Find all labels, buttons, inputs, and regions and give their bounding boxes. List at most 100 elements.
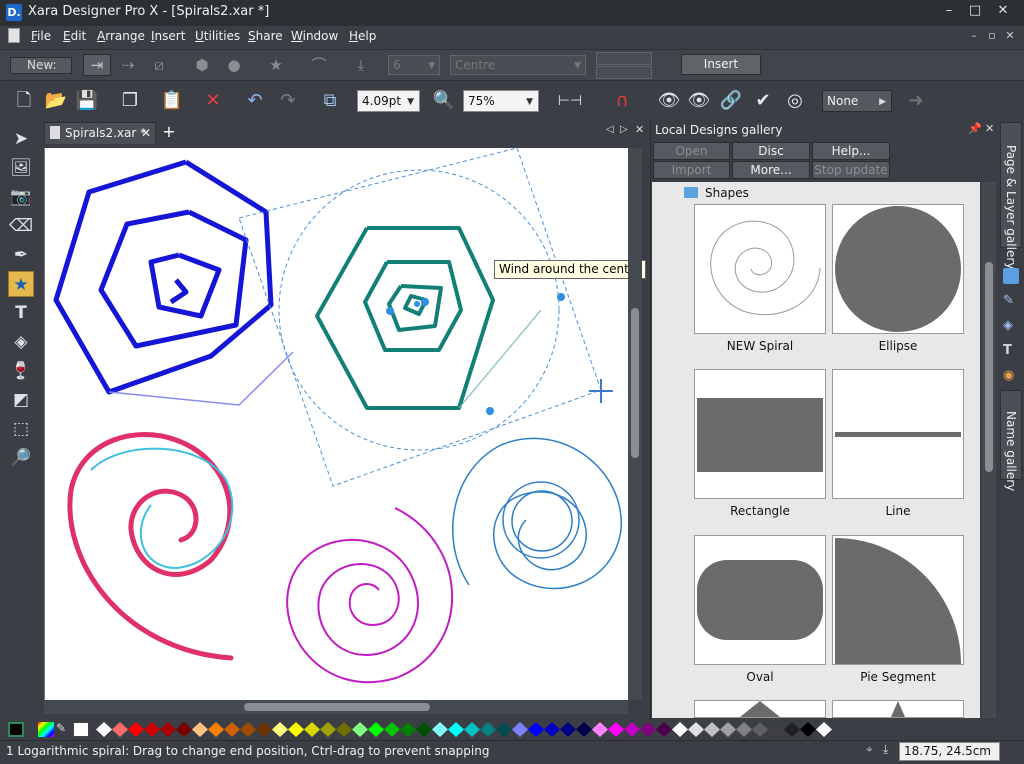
link-icon[interactable]: 🔗: [717, 87, 745, 115]
apply-arrow-icon[interactable]: ➜: [902, 87, 930, 115]
fill-gallery-icon[interactable]: ◈: [1003, 318, 1019, 334]
paste-icon[interactable]: 📋: [158, 87, 186, 115]
close-document-icon[interactable]: ✕: [635, 123, 644, 136]
canvas-vertical-scrollbar[interactable]: [628, 148, 642, 700]
gallery-item-line[interactable]: [832, 369, 964, 499]
photo-tool-icon[interactable]: 🖼: [8, 155, 34, 181]
eyedropper-icon[interactable]: ✎: [56, 721, 70, 737]
align-combo[interactable]: Centre ▼: [450, 55, 586, 75]
name-gallery-tab[interactable]: Name gallery: [1000, 390, 1022, 491]
font-gallery-icon[interactable]: T: [1003, 343, 1019, 359]
tab-scroll-left-icon[interactable]: ◁: [606, 124, 614, 135]
arrange-icon[interactable]: ⧉: [316, 87, 344, 115]
open-button[interactable]: Open: [653, 142, 730, 160]
undo-icon[interactable]: ↶: [241, 87, 269, 115]
ellipse-icon[interactable]: ●: [220, 54, 248, 76]
zoom-tool-icon[interactable]: 🔍: [430, 87, 458, 115]
line-width-field[interactable]: 4.09pt ▼: [357, 90, 420, 112]
ruler-icon[interactable]: ⊢⊣: [556, 87, 584, 115]
none-field[interactable]: None ▶: [822, 90, 892, 112]
mould-tool-icon[interactable]: ⬚: [8, 416, 34, 442]
gallery-item-oval[interactable]: [694, 535, 826, 665]
web-check-icon[interactable]: ✔: [749, 87, 777, 115]
canvas-horizontal-scrollbar[interactable]: [44, 700, 628, 714]
colour-picker-icon[interactable]: [38, 722, 54, 737]
vertical-scroll-thumb[interactable]: [631, 308, 639, 458]
stellation-icon[interactable]: ⤓: [347, 54, 375, 76]
doc-close-icon[interactable]: ✕: [1002, 28, 1018, 44]
help-button[interactable]: Help...: [812, 142, 890, 160]
folder-label[interactable]: Shapes: [705, 186, 749, 200]
lock-icon[interactable]: ⤓: [883, 742, 897, 758]
menu-edit[interactable]: Edit: [63, 29, 86, 43]
transparency-tool-icon[interactable]: 🍷: [8, 358, 34, 384]
pin-icon[interactable]: 📌: [968, 122, 982, 135]
broadcast-icon[interactable]: ◎: [781, 87, 809, 115]
snap-magnet-icon[interactable]: ∩: [608, 87, 636, 115]
polygon-icon[interactable]: ⬢: [188, 54, 216, 76]
import-button[interactable]: Import: [653, 161, 730, 179]
more-button[interactable]: More...: [732, 161, 810, 179]
horizontal-scroll-thumb[interactable]: [244, 703, 430, 711]
maximize-button[interactable]: □: [964, 2, 986, 20]
menu-insert[interactable]: Insert: [151, 29, 185, 43]
minimize-button[interactable]: –: [938, 2, 960, 20]
zoom-tool-icon[interactable]: 🔎: [8, 445, 34, 471]
line-gallery-icon[interactable]: ✎: [1003, 293, 1019, 309]
document-tab[interactable]: Spirals2.xar * ✕: [44, 122, 156, 144]
menu-help[interactable]: Help: [349, 29, 376, 43]
open-folder-icon[interactable]: 📂: [42, 87, 70, 115]
gallery-item-ellipse[interactable]: [832, 204, 964, 334]
copy-icon[interactable]: ❐: [116, 87, 144, 115]
shadow-tool-icon[interactable]: ◩: [8, 387, 34, 413]
gallery-scrollbar[interactable]: [982, 182, 996, 718]
pen-tool-icon[interactable]: ✒: [8, 242, 34, 268]
camera-tool-icon[interactable]: 📷: [8, 184, 34, 210]
eraser-tool-icon[interactable]: ⌫: [8, 213, 34, 239]
disc-designs-button[interactable]: Disc designs...: [732, 142, 810, 174]
menu-utilities[interactable]: Utilities: [195, 29, 240, 43]
new-shape-button[interactable]: ⇥: [83, 54, 111, 76]
sides-combo[interactable]: 6 ▼: [388, 55, 440, 75]
menu-window[interactable]: Window: [291, 29, 338, 43]
doc-restore-icon[interactable]: ▫: [984, 28, 1000, 44]
add-tab-icon[interactable]: +: [160, 123, 178, 141]
zoom-field[interactable]: 75% ▼: [463, 90, 539, 112]
gallery-item-rectangle[interactable]: [694, 369, 826, 499]
page-layer-tab[interactable]: Page & Layer gallery: [1000, 122, 1022, 269]
text-tool-icon[interactable]: T: [8, 300, 34, 326]
menu-arrange[interactable]: Arrange: [97, 29, 145, 43]
drawing-canvas[interactable]: [44, 148, 628, 700]
delete-icon[interactable]: ✕: [199, 87, 227, 115]
insert-button[interactable]: Insert: [681, 54, 761, 75]
curved-icon[interactable]: ⌒: [305, 54, 333, 76]
height-field[interactable]: [596, 66, 652, 79]
edit-shape-button[interactable]: ⇢: [114, 54, 142, 76]
tab-scroll-right-icon[interactable]: ▷: [620, 124, 628, 135]
no-colour-swatch[interactable]: [73, 722, 89, 737]
save-icon[interactable]: 💾: [73, 87, 101, 115]
current-colour-swatch[interactable]: [8, 722, 24, 737]
diagonal-button[interactable]: ⧄: [145, 54, 173, 76]
gallery-item-pie-segment[interactable]: [832, 535, 964, 665]
document-icon[interactable]: [8, 28, 20, 43]
star-icon[interactable]: ★: [262, 54, 290, 76]
redo-icon[interactable]: ↷: [274, 87, 302, 115]
close-gallery-icon[interactable]: ✕: [985, 122, 994, 135]
quality-icon[interactable]: 👁: [685, 87, 713, 115]
gallery-icon[interactable]: [1003, 268, 1019, 284]
stop-update-button[interactable]: Stop update: [812, 161, 890, 179]
menu-file[interactable]: File: [31, 29, 51, 43]
gallery-item-partial[interactable]: [694, 700, 826, 718]
gallery-scroll-thumb[interactable]: [985, 262, 993, 472]
close-button[interactable]: ✕: [992, 2, 1014, 20]
snap-icon[interactable]: ⌖: [866, 742, 880, 758]
close-tab-icon[interactable]: ✕: [141, 123, 151, 143]
gallery-item-partial[interactable]: [832, 700, 964, 718]
colour-gallery-icon[interactable]: ◉: [1003, 368, 1019, 384]
gallery-item-new-spiral[interactable]: [694, 204, 826, 334]
doc-minimize-icon[interactable]: –: [966, 28, 982, 44]
quickshape-tool-icon[interactable]: ★: [8, 271, 34, 297]
show-printable-icon[interactable]: 👁: [655, 87, 683, 115]
new-document-icon[interactable]: 🗋: [10, 87, 38, 115]
